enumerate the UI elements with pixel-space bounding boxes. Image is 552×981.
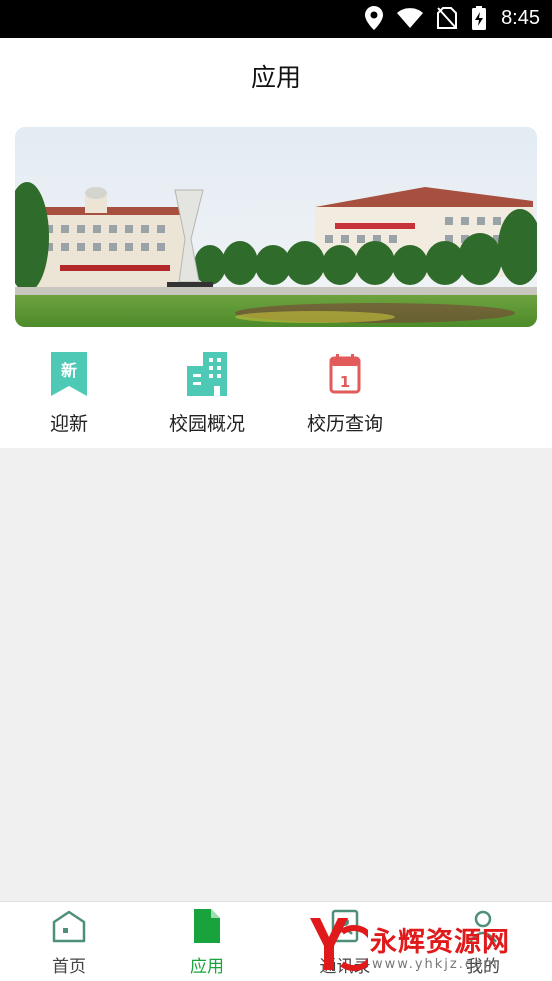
battery-icon: [472, 6, 487, 30]
status-time: 8:45: [501, 6, 540, 29]
campus-banner[interactable]: [15, 127, 537, 327]
page-title: 应用: [250, 63, 301, 92]
document-icon: [194, 909, 220, 943]
watermark-text: 永辉资源网: [370, 927, 510, 958]
app-item-orientation[interactable]: 新 迎新: [4, 352, 134, 442]
new-ribbon-icon: 新: [51, 352, 87, 396]
app-item-label: 迎新: [49, 413, 88, 435]
app-item-label: 校历查询: [306, 413, 383, 435]
watermark: 永辉资源网 www.yhkjz.com: [300, 912, 540, 974]
app-item-campus-overview[interactable]: 校园概况: [142, 352, 272, 442]
buildings-icon: [187, 352, 227, 396]
no-sim-icon: [437, 7, 458, 29]
nav-label: 首页: [52, 957, 86, 977]
wifi-icon: [397, 8, 424, 28]
app-header: 应用: [0, 38, 552, 116]
home-icon: [52, 910, 86, 943]
calendar-icon: 1: [329, 354, 361, 394]
nav-item-home[interactable]: 首页: [0, 902, 138, 981]
new-badge-text: 新: [61, 361, 77, 380]
app-item-label: 校园概况: [168, 413, 245, 435]
watermark-logo-icon: [310, 918, 368, 971]
calendar-day-text: 1: [340, 373, 350, 391]
location-icon: [365, 6, 384, 30]
campus-photo: [15, 127, 537, 327]
app-item-calendar[interactable]: 1 校历查询: [280, 352, 410, 442]
main-content: 新 迎新 校园概况 1 校历查询: [0, 116, 552, 448]
app-grid: 新 迎新 校园概况 1 校历查询: [0, 352, 552, 442]
nav-item-apps[interactable]: 应用: [138, 902, 276, 981]
watermark-url: www.yhkjz.com: [372, 957, 499, 972]
status-bar: 8:45: [0, 0, 552, 38]
nav-label: 应用: [190, 957, 224, 977]
